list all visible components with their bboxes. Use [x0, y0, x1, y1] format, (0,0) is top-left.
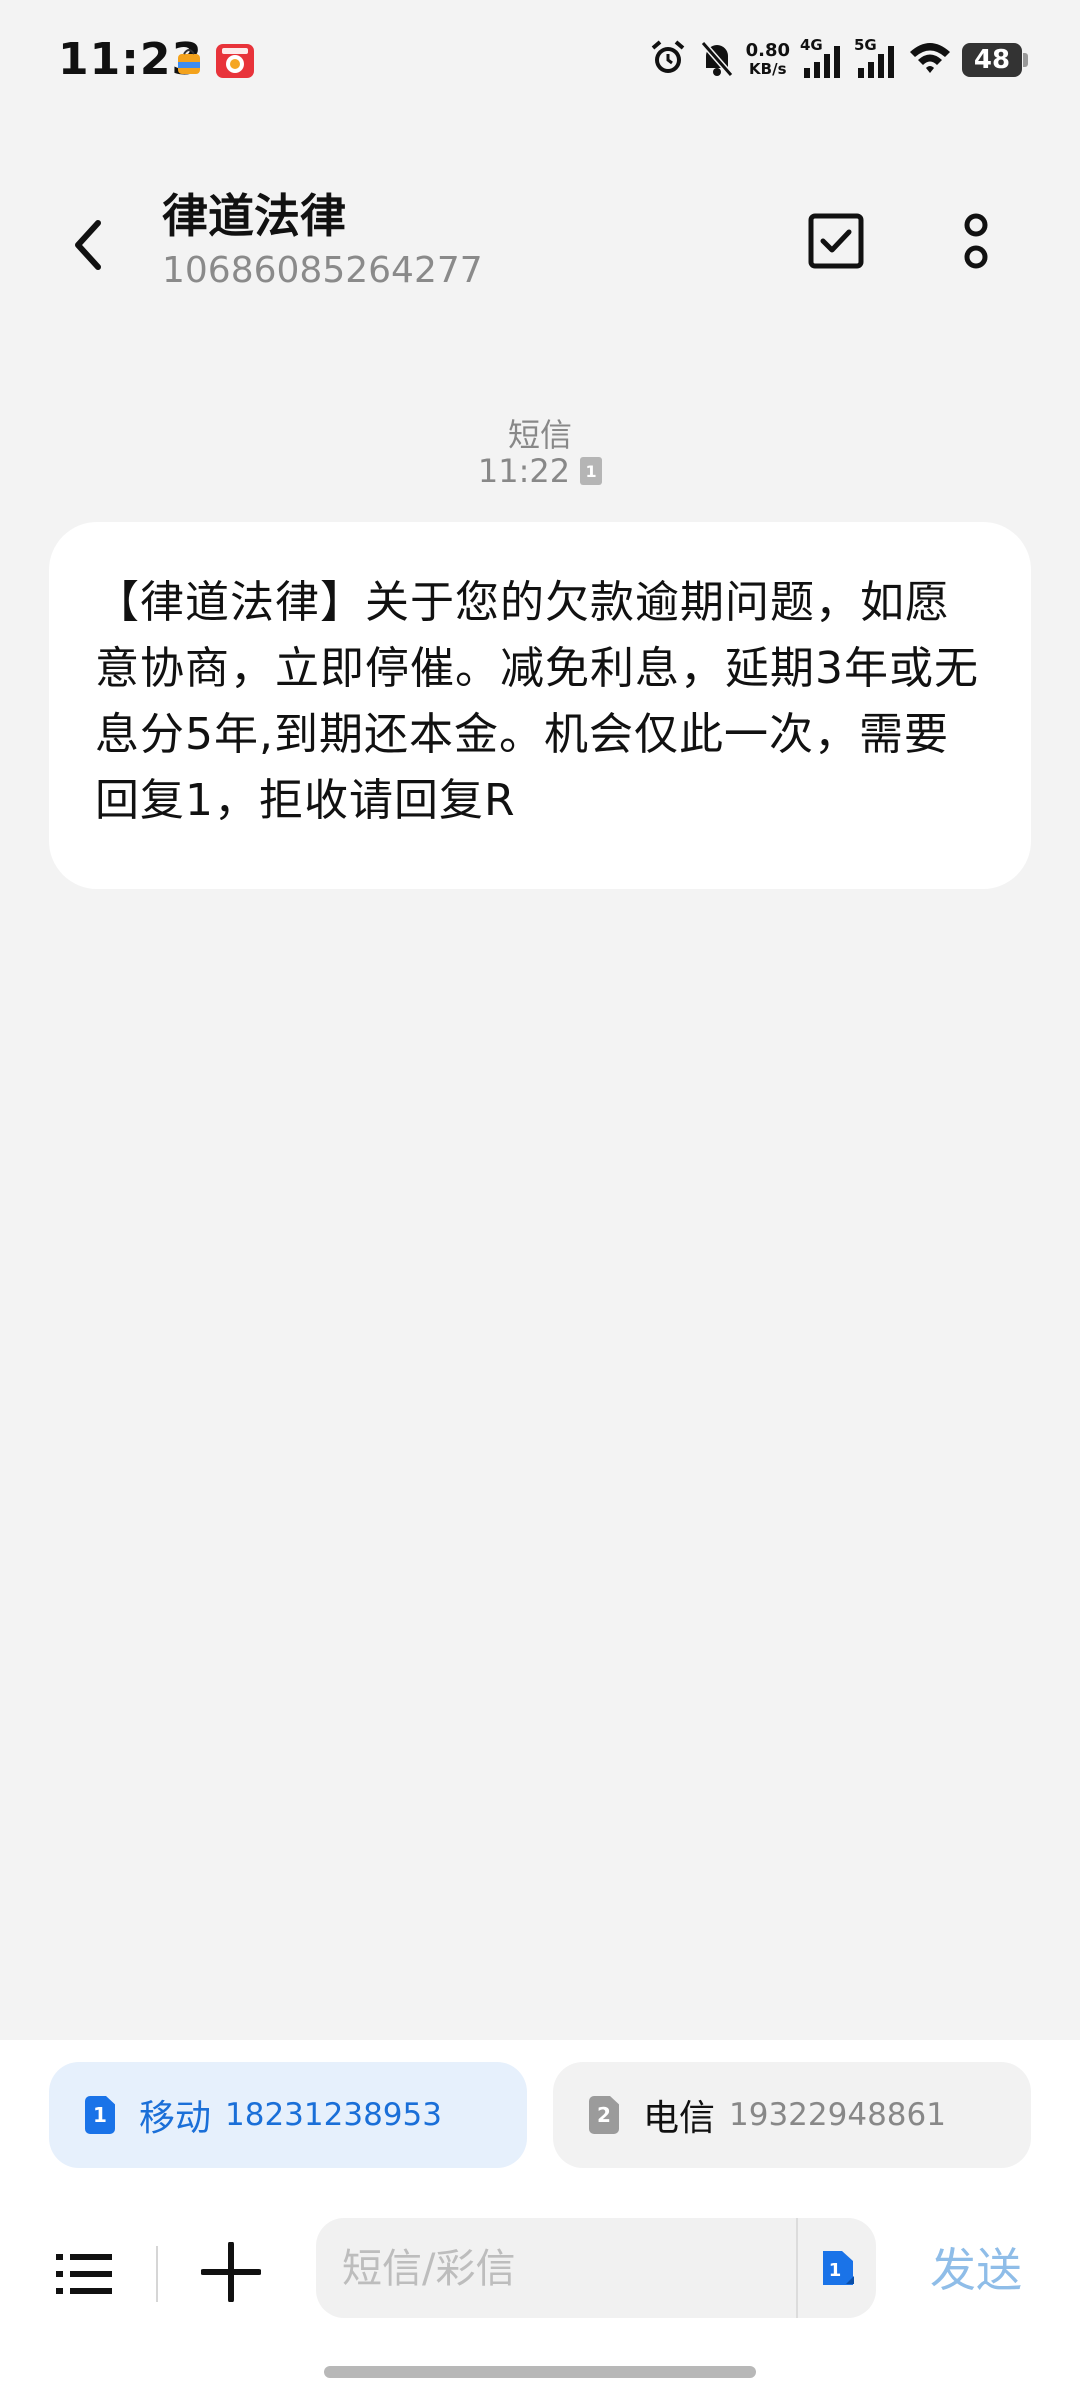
quick-menu-button[interactable] — [48, 2238, 120, 2310]
more-options-button[interactable] — [940, 205, 1012, 277]
conversation-header: 律道法律 10686085264277 — [0, 150, 1080, 320]
checkbox-icon — [808, 213, 864, 269]
sim-carrier: 电信 — [643, 2098, 716, 2139]
message-input-container: 1 — [316, 2218, 876, 2320]
home-indicator[interactable] — [324, 2366, 756, 2378]
sim-number: 18231238953 — [225, 2097, 442, 2133]
sim-carrier: 移动 — [139, 2098, 212, 2139]
signal-5g-label: 5G — [854, 36, 877, 54]
signal-4g-icon: 4G — [800, 36, 844, 80]
contact-number: 10686085264277 — [162, 250, 483, 291]
sim-card-icon: 1 — [580, 457, 603, 485]
bell-off-icon — [698, 38, 736, 82]
sim-card-icon: 1 — [85, 2096, 115, 2134]
composer-divider — [156, 2246, 158, 2302]
bottom-panel: 1 移动 18231238953 2 电信 19322948861 短信/彩信 … — [0, 2040, 1080, 2400]
sim-switch-button[interactable]: 1 — [816, 2246, 860, 2290]
shopping-bag-app-icon — [172, 44, 206, 78]
network-speed: 0.80 KB/s — [745, 40, 790, 79]
list-icon — [56, 2254, 112, 2294]
status-right-group: 0.80 KB/s 4G 5G 48 — [648, 36, 1028, 84]
sim-card-icon: 1 — [823, 2251, 854, 2285]
message-composer: 1 发送 — [0, 2218, 1080, 2338]
status-bar: 11:23 0.80 KB/s 4G 5G 48 — [0, 0, 1080, 125]
plus-icon — [201, 2242, 261, 2302]
wifi-icon — [908, 38, 952, 82]
net-speed-value: 0.80 — [745, 40, 790, 61]
alarm-icon — [648, 38, 688, 82]
back-arrow-icon — [75, 220, 101, 270]
message-bubble[interactable]: 【律道法律】关于您的欠款逾期问题，如愿意协商，立即停催。减免利息，延期3年或无息… — [49, 522, 1031, 889]
net-speed-unit: KB/s — [749, 60, 787, 78]
message-type-label: 短信 — [507, 416, 572, 454]
signal-5g-icon: 5G — [854, 36, 898, 80]
battery-indicator: 48 — [962, 43, 1028, 77]
send-button[interactable]: 发送 — [930, 2234, 1022, 2300]
message-timestamp-row: 11:22 1 — [0, 452, 1080, 490]
contact-name: 律道法律 — [162, 189, 346, 243]
sim-switch-slot: 1 — [829, 2260, 842, 2281]
back-button[interactable] — [48, 205, 128, 285]
message-input[interactable] — [340, 2218, 784, 2320]
sim-option-1[interactable]: 1 移动 18231238953 — [49, 2062, 527, 2168]
message-time: 11:22 — [477, 452, 571, 490]
sim-option-2[interactable]: 2 电信 19322948861 — [553, 2062, 1031, 2168]
input-separator — [796, 2218, 798, 2318]
red-app-icon — [216, 44, 254, 78]
sim-number: 19322948861 — [729, 2097, 946, 2133]
select-messages-button[interactable] — [800, 205, 872, 277]
signal-4g-label: 4G — [800, 36, 823, 54]
sim-card-icon: 2 — [589, 2096, 619, 2134]
message-text: 【律道法律】关于您的欠款逾期问题，如愿意协商，立即停催。减免利息，延期3年或无息… — [95, 577, 979, 826]
more-vertical-icon — [964, 213, 988, 269]
add-attachment-button[interactable] — [195, 2236, 267, 2308]
